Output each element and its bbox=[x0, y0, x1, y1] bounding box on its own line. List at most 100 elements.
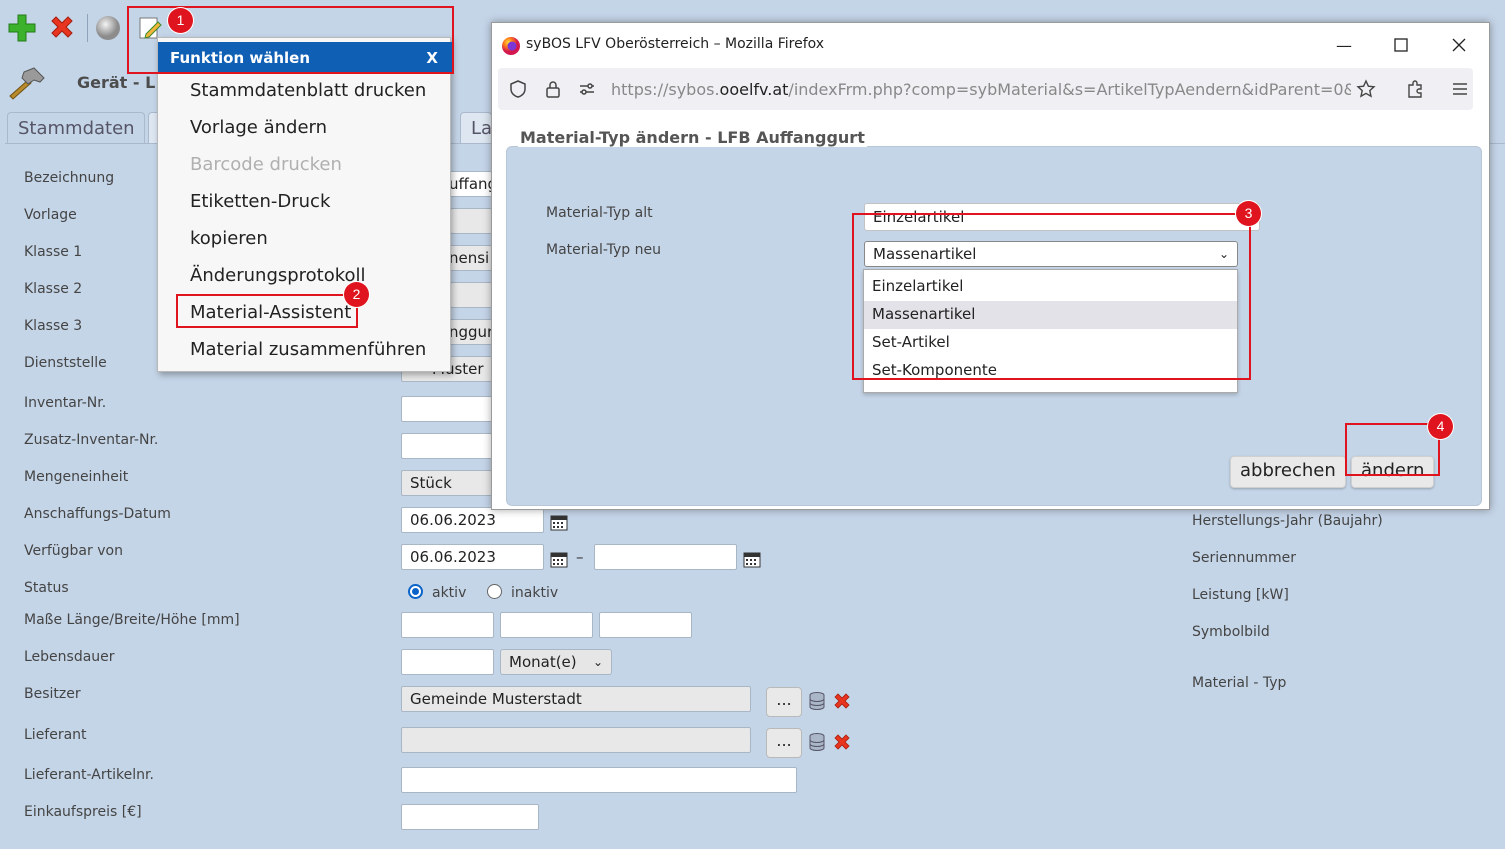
page-title: Gerät - L bbox=[77, 73, 156, 92]
label-besitzer: Besitzer bbox=[24, 686, 81, 702]
calendar-icon[interactable] bbox=[743, 550, 761, 568]
label-inventar-nr: Inventar-Nr. bbox=[24, 395, 107, 411]
label-symbolbild: Symbolbild bbox=[1192, 624, 1270, 640]
verfuegbar-bis-input[interactable] bbox=[594, 544, 737, 570]
menu-item-material-zusammenfuehren[interactable]: Material zusammenführen bbox=[190, 339, 426, 360]
status-aktiv-radio[interactable] bbox=[408, 584, 423, 599]
label-status: Status bbox=[24, 580, 69, 596]
highlight-box-3 bbox=[852, 213, 1251, 380]
hamburger-menu-icon[interactable] bbox=[1450, 79, 1470, 99]
tab-la[interactable]: La bbox=[460, 112, 492, 144]
chevron-down-icon: ⌄ bbox=[592, 655, 603, 669]
close-icon[interactable] bbox=[1447, 33, 1471, 57]
status-inaktiv-radio[interactable] bbox=[487, 584, 502, 599]
menu-item-stammdatenblatt[interactable]: Stammdatenblatt drucken bbox=[190, 80, 426, 101]
lebensdauer-input[interactable] bbox=[401, 649, 494, 675]
lieferant-artikelnr-input[interactable] bbox=[401, 767, 797, 793]
label-bezeichnung: Bezeichnung bbox=[24, 170, 115, 186]
clear-icon[interactable] bbox=[833, 692, 851, 710]
label-herstellungs-jahr: Herstellungs-Jahr (Baujahr) bbox=[1192, 513, 1383, 529]
anschaffungs-datum-input[interactable]: 06.06.2023 bbox=[401, 507, 544, 533]
database-icon[interactable] bbox=[809, 692, 825, 711]
label-masse: Maße Länge/Breite/Höhe [mm] bbox=[24, 612, 240, 628]
window-title: syBOS LFV Oberösterreich – Mozilla Firef… bbox=[526, 36, 825, 52]
label-klasse-3: Klasse 3 bbox=[24, 318, 83, 334]
url-path: /indexFrm.php?comp=sybMaterial&s=Artikel… bbox=[788, 80, 1351, 99]
label-lieferant-artikelnr: Lieferant-Artikelnr. bbox=[24, 767, 154, 783]
input-value: nensi bbox=[449, 249, 490, 267]
inventar-nr-input[interactable] bbox=[401, 396, 492, 422]
status-inaktiv-label: inaktiv bbox=[511, 585, 559, 601]
database-icon[interactable] bbox=[809, 733, 825, 752]
firefox-logo-icon bbox=[501, 36, 521, 56]
klasse2-input[interactable] bbox=[450, 282, 492, 308]
shield-icon[interactable] bbox=[508, 79, 528, 99]
clear-icon[interactable] bbox=[833, 733, 851, 751]
zusatz-inventar-nr-input[interactable] bbox=[401, 433, 492, 459]
step-badge-4: 4 bbox=[1428, 414, 1453, 439]
input-value: Stück bbox=[410, 474, 452, 492]
verfuegbar-von-input[interactable]: 06.06.2023 bbox=[401, 544, 544, 570]
label-material-typ-alt: Material-Typ alt bbox=[546, 205, 653, 221]
input-value: 06.06.2023 bbox=[410, 548, 496, 566]
lieferant-input[interactable] bbox=[401, 727, 751, 753]
breite-input[interactable] bbox=[500, 612, 593, 638]
url-text[interactable]: https://sybos.ooelfv.at/indexFrm.php?com… bbox=[611, 80, 1351, 99]
maximize-icon[interactable] bbox=[1389, 33, 1413, 57]
besitzer-browse-button[interactable]: ... bbox=[766, 687, 802, 717]
menu-item-barcode-drucken: Barcode drucken bbox=[190, 154, 342, 175]
tab-stammdaten[interactable]: Stammdaten bbox=[7, 112, 145, 144]
address-bar[interactable]: https://sybos.ooelfv.at/indexFrm.php?com… bbox=[498, 68, 1473, 110]
input-value: nggur bbox=[449, 323, 492, 341]
lock-icon[interactable] bbox=[543, 79, 563, 99]
lieferant-browse-button[interactable]: ... bbox=[766, 728, 802, 758]
fieldset-legend: Material-Typ ändern - LFB Auffanggurt bbox=[518, 128, 867, 147]
highlight-box-4 bbox=[1345, 423, 1440, 476]
label-dienststelle: Dienststelle bbox=[24, 355, 107, 371]
label-seriennummer: Seriennummer bbox=[1192, 550, 1297, 566]
label-leistung: Leistung [kW] bbox=[1192, 587, 1289, 603]
button-label: ... bbox=[776, 690, 792, 709]
step-badge-1: 1 bbox=[168, 8, 193, 33]
label-material-typ: Material - Typ bbox=[1192, 675, 1287, 691]
vorlage-input[interactable] bbox=[450, 208, 492, 234]
highlight-box-2 bbox=[176, 294, 358, 328]
permissions-icon[interactable] bbox=[577, 79, 597, 99]
status-aktiv-label: aktiv bbox=[432, 585, 467, 601]
plus-icon[interactable] bbox=[7, 13, 37, 43]
menu-item-aenderungsprotokoll[interactable]: Änderungsprotokoll bbox=[190, 265, 366, 286]
calendar-icon[interactable] bbox=[550, 513, 568, 531]
laenge-input[interactable] bbox=[401, 612, 494, 638]
label-einkaufspreis: Einkaufspreis [€] bbox=[24, 804, 142, 820]
menu-item-etiketten-druck[interactable]: Etiketten-Druck bbox=[190, 191, 330, 212]
minimize-icon[interactable]: — bbox=[1332, 33, 1356, 57]
input-value: Gemeinde Musterstadt bbox=[410, 690, 582, 708]
label-material-typ-neu: Material-Typ neu bbox=[546, 242, 661, 258]
label-zusatz-inventar-nr: Zusatz-Inventar-Nr. bbox=[24, 432, 159, 448]
toolbar-separator bbox=[87, 14, 88, 42]
label-vorlage: Vorlage bbox=[24, 207, 77, 223]
menu-item-vorlage-aendern[interactable]: Vorlage ändern bbox=[190, 117, 327, 138]
step-badge-2: 2 bbox=[344, 282, 369, 307]
calendar-icon[interactable] bbox=[550, 550, 568, 568]
cancel-button[interactable]: abbrechen bbox=[1230, 456, 1346, 488]
input-value: 06.06.2023 bbox=[410, 511, 496, 529]
extensions-icon[interactable] bbox=[1405, 79, 1425, 99]
label-anschaffungs-datum: Anschaffungs-Datum bbox=[24, 506, 171, 522]
label-lieferant: Lieferant bbox=[24, 727, 87, 743]
select-value: Monat(e) bbox=[509, 653, 577, 671]
label-mengeneinheit: Mengeneinheit bbox=[24, 469, 129, 485]
menu-item-kopieren[interactable]: kopieren bbox=[190, 228, 268, 249]
einkaufspreis-input[interactable] bbox=[401, 804, 539, 830]
disabled-circle-icon bbox=[93, 13, 123, 43]
mengeneinheit-select[interactable]: Stück bbox=[401, 470, 492, 496]
button-label: ... bbox=[776, 731, 792, 750]
url-prefix: https://sybos. bbox=[611, 80, 720, 99]
label-verfuegbar-von: Verfügbar von bbox=[24, 543, 123, 559]
label-klasse-1: Klasse 1 bbox=[24, 244, 83, 260]
lebensdauer-unit-select[interactable]: Monat(e) ⌄ bbox=[500, 649, 612, 675]
hoehe-input[interactable] bbox=[599, 612, 692, 638]
besitzer-input[interactable]: Gemeinde Musterstadt bbox=[401, 686, 751, 712]
star-icon[interactable] bbox=[1356, 79, 1376, 99]
delete-icon[interactable] bbox=[47, 13, 77, 43]
